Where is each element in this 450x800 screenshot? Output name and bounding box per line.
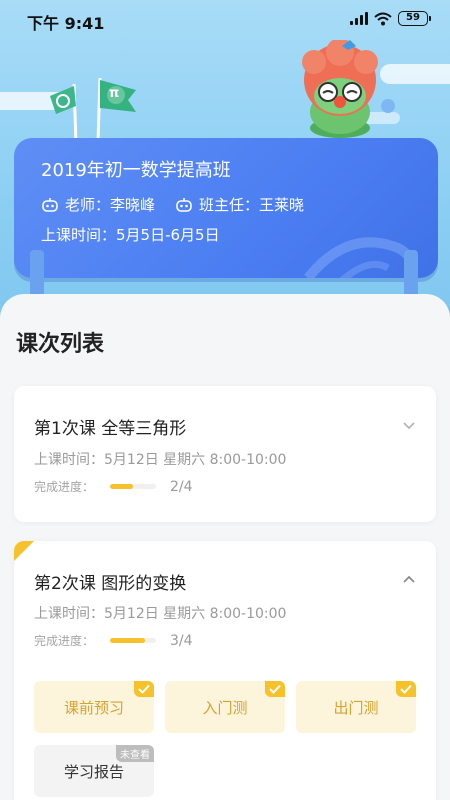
hero-header: π 2019年初一数学提高班 老师：李晓峰 班主任：王莱晓 上课时间：5月5日-… [0, 0, 450, 330]
current-lesson-marker [14, 541, 34, 561]
check-icon [134, 681, 154, 697]
progress-fill [110, 484, 134, 489]
section-title: 课次列表 [16, 332, 105, 357]
robot-icon [42, 197, 58, 212]
robot-icon [176, 197, 192, 212]
mascot-illustration [302, 40, 395, 138]
progress-label: 完成进度： [34, 480, 95, 494]
task-label: 课前预习 [63, 698, 124, 717]
lesson-time: 上课时间：5月12日 星期六 8:00-10:00 [34, 606, 287, 622]
unviewed-badge: 未查看 [116, 745, 154, 762]
wifi-icon [374, 12, 392, 25]
class-banner: 2019年初一数学提高班 老师：李晓峰 班主任：王莱晓 上课时间：5月5日-6月… [14, 138, 438, 278]
status-time: 下午 9:41 [27, 14, 105, 33]
chevron-down-icon[interactable] [402, 418, 416, 432]
lesson-time: 上课时间：5月12日 星期六 8:00-10:00 [34, 452, 287, 468]
progress-row: 完成进度： 2/4 [34, 478, 193, 495]
task-label: 学习报告 [63, 762, 124, 781]
check-icon [396, 681, 416, 697]
progress-bar [110, 638, 157, 643]
progress-bar [110, 484, 157, 489]
task-label: 出门测 [333, 698, 379, 717]
teacher-name: 老师：李晓峰 [65, 196, 156, 214]
lesson-title: 第2次课 图形的变换 [34, 574, 187, 594]
progress-count: 2/4 [170, 478, 193, 495]
class-title: 2019年初一数学提高班 [41, 160, 231, 181]
progress-count: 3/4 [170, 632, 193, 649]
staff-row: 老师：李晓峰 班主任：王莱晓 [41, 194, 304, 215]
check-icon [265, 681, 285, 697]
flag-pi-symbol: π [109, 86, 120, 101]
lesson-title: 第1次课 全等三角形 [34, 419, 187, 439]
flags-illustration [50, 77, 136, 145]
task-preview-button[interactable]: 课前预习 [34, 681, 154, 733]
class-schedule: 上课时间：5月5日-6月5日 [41, 226, 220, 244]
lesson-list-panel: 课次列表 第1次课 全等三角形 上课时间：5月12日 星期六 8:00-10:0… [0, 294, 450, 800]
lesson-card[interactable]: 第1次课 全等三角形 上课时间：5月12日 星期六 8:00-10:00 完成进… [14, 386, 436, 522]
task-exit-test-button[interactable]: 出门测 [296, 681, 416, 733]
task-report-button[interactable]: 学习报告 未查看 [34, 745, 154, 797]
chevron-up-icon[interactable] [402, 573, 416, 587]
head-teacher-name: 班主任：王莱晓 [199, 196, 305, 214]
task-entry-test-button[interactable]: 入门测 [165, 681, 285, 733]
battery-icon: 59 [398, 11, 431, 26]
lesson-card[interactable]: 第2次课 图形的变换 上课时间：5月12日 星期六 8:00-10:00 完成进… [14, 541, 436, 800]
progress-row: 完成进度： 3/4 [34, 632, 193, 649]
signal-icon [350, 12, 368, 25]
task-label: 入门测 [202, 698, 248, 717]
progress-label: 完成进度： [34, 634, 95, 648]
status-bar: 下午 9:41 59 [0, 0, 450, 40]
progress-fill [110, 638, 145, 643]
